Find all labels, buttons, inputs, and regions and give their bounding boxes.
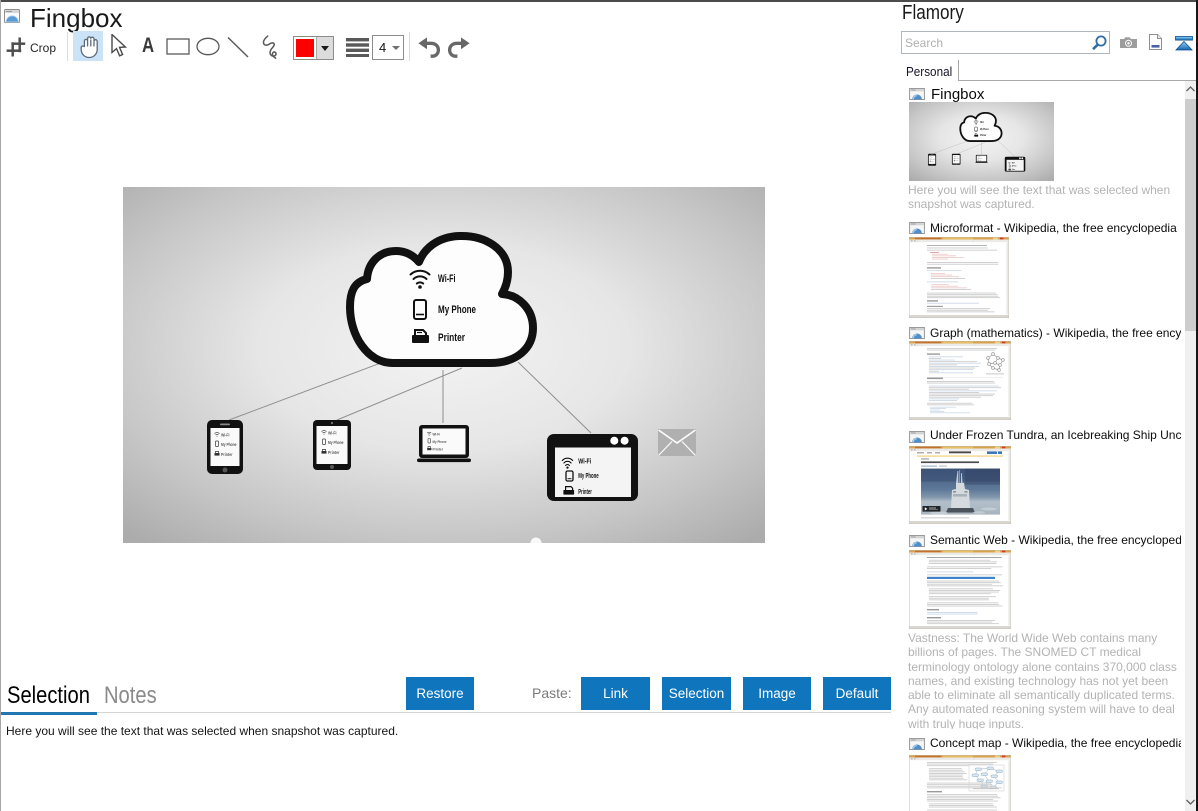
svg-text:My Phone: My Phone <box>438 304 476 316</box>
svg-text:Printer: Printer <box>578 487 592 496</box>
svg-text:Printer: Printer <box>438 332 466 344</box>
svg-text:Printer: Printer <box>433 447 444 452</box>
svg-text:Wi-Fi: Wi-Fi <box>578 456 591 465</box>
svg-text:Wi-Fi: Wi-Fi <box>221 433 230 438</box>
svg-text:Wi-Fi: Wi-Fi <box>433 432 441 437</box>
svg-text:My Phone: My Phone <box>433 439 448 444</box>
svg-text:My Phone: My Phone <box>578 471 598 480</box>
svg-text:My Phone: My Phone <box>328 440 344 445</box>
svg-text:Wi-Fi: Wi-Fi <box>328 431 337 436</box>
svg-text:My Phone: My Phone <box>221 442 237 447</box>
svg-text:Printer: Printer <box>328 450 340 455</box>
svg-text:Wi-Fi: Wi-Fi <box>438 273 456 285</box>
svg-text:Printer: Printer <box>221 452 233 457</box>
